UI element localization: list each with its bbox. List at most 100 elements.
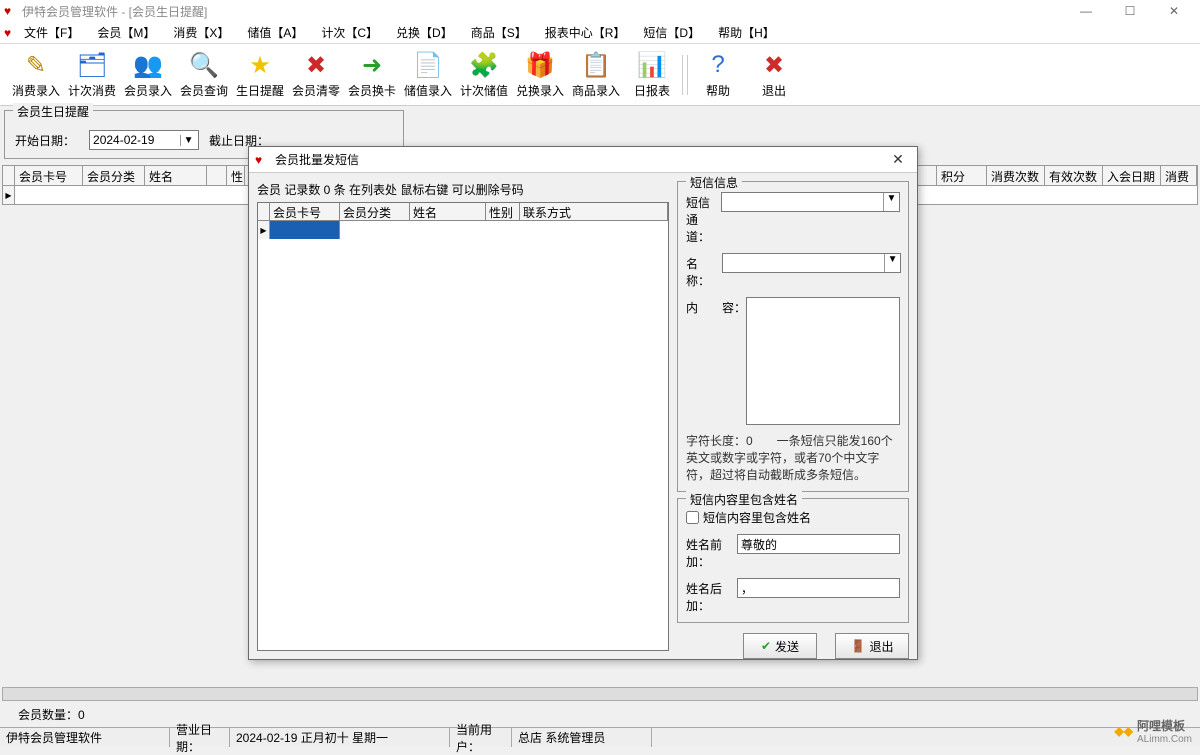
check-icon: ✔ — [761, 639, 771, 653]
menu-member[interactable]: 会员【M】 — [97, 24, 155, 41]
maximize-button[interactable]: ☐ — [1108, 0, 1152, 22]
dialog-close-button[interactable]: ✕ — [885, 150, 911, 170]
toolbar-icon: 🔍 — [189, 50, 219, 80]
send-button[interactable]: ✔发送 — [743, 633, 817, 659]
menu-exchange[interactable]: 兑换【D】 — [396, 24, 453, 41]
toolbar-icon: ✖ — [301, 50, 331, 80]
col-3[interactable] — [207, 166, 227, 185]
dialog-title-bar: ♥ 会员批量发短信 ✕ — [249, 147, 917, 173]
menu-help[interactable]: 帮助【H】 — [718, 24, 775, 41]
channel-combo[interactable]: ▼ — [721, 192, 900, 212]
window-close-button[interactable]: ✕ — [1152, 0, 1196, 22]
prefix-label: 姓名前加： — [686, 534, 737, 570]
toolbar-label: 兑换录入 — [516, 82, 564, 99]
menu-file[interactable]: 文件【F】 — [24, 24, 79, 41]
list-col-gender[interactable]: 性别 — [486, 203, 520, 220]
start-date-input[interactable]: ▼ — [89, 130, 199, 150]
col-consume-count[interactable]: 消费次数 — [987, 166, 1045, 185]
toolbar-icon: 👥 — [133, 50, 163, 80]
toolbar-日报表[interactable]: 📊日报表 — [624, 47, 680, 103]
toolbar-会员换卡[interactable]: ➜会员换卡 — [344, 47, 400, 103]
toolbar-生日提醒[interactable]: ★生日提醒 — [232, 47, 288, 103]
suffix-input[interactable] — [737, 578, 900, 598]
col-valid-count[interactable]: 有效次数 — [1045, 166, 1103, 185]
toolbar-退出[interactable]: ✖ 退出 — [746, 47, 802, 103]
char-hint: 字符长度：0 一条短信只能发160个英文或数字或字符，或者70个中文字符，超过将… — [686, 433, 900, 483]
name-label: 名 称： — [686, 253, 722, 289]
menu-bar: ♥ 文件【F】 会员【M】 消费【X】 储值【A】 计次【C】 兑换【D】 商品… — [0, 22, 1200, 44]
toolbar-计次储值[interactable]: 🧩计次储值 — [456, 47, 512, 103]
toolbar-帮助[interactable]: ?帮助 — [690, 47, 746, 103]
window-title: 伊特会员管理软件 - [会员生日提醒] — [22, 3, 207, 20]
sms-info-legend: 短信信息 — [686, 174, 742, 191]
toolbar-label: 计次消费 — [68, 82, 116, 99]
menu-app-icon: ♥ — [4, 26, 18, 40]
dropdown-icon[interactable]: ▼ — [180, 135, 196, 146]
include-name-label: 短信内容里包含姓名 — [703, 509, 811, 526]
toolbar-会员清零[interactable]: ✖ 会员清零 — [288, 47, 344, 103]
status-bar: 伊特会员管理软件 营业日期： 2024-02-19 正月初十 星期一 当前用户：… — [0, 727, 1200, 747]
col-name[interactable]: 姓名 — [145, 166, 207, 185]
col-gender[interactable]: 性 — [227, 166, 245, 185]
toolbar-消费录入[interactable]: ✎消费录入 — [8, 47, 64, 103]
menu-count[interactable]: 计次【C】 — [321, 24, 378, 41]
toolbar-label: 会员换卡 — [348, 82, 396, 99]
menu-reports[interactable]: 报表中心【R】 — [545, 24, 626, 41]
sms-info-group: 短信信息 短信通道： ▼ 名 称： ▼ 内 容： 字符长度：0 一条短信只能发1… — [677, 181, 909, 492]
toolbar-icon: ★ — [245, 50, 275, 80]
list-col-category[interactable]: 会员分类 — [340, 203, 410, 220]
name-combo[interactable]: ▼ — [722, 253, 901, 273]
selected-cell[interactable] — [270, 221, 340, 239]
toolbar-计次消费[interactable]: 🗂计次消费 — [64, 47, 120, 103]
dropdown-icon[interactable]: ▼ — [883, 193, 899, 211]
toolbar-label: 帮助 — [706, 82, 730, 99]
list-col-name[interactable]: 姓名 — [410, 203, 486, 220]
col-points[interactable]: 积分 — [937, 166, 987, 185]
name-include-group: 短信内容里包含姓名 短信内容里包含姓名 姓名前加： 姓名后加： — [677, 498, 909, 623]
menu-store[interactable]: 储值【A】 — [247, 24, 303, 41]
list-hint: 会员 记录数 0 条 在列表处 鼠标右键 可以删除号码 — [257, 181, 669, 198]
col-join-date[interactable]: 入会日期 — [1103, 166, 1161, 185]
toolbar-label: 计次储值 — [460, 82, 508, 99]
toolbar-商品录入[interactable]: 📋商品录入 — [568, 47, 624, 103]
toolbar-兑换录入[interactable]: 🎁兑换录入 — [512, 47, 568, 103]
watermark-icon: ◆◆ — [1115, 724, 1133, 738]
toolbar-label: 商品录入 — [572, 82, 620, 99]
toolbar: ✎消费录入🗂计次消费 👥 会员录入🔍会员查询★生日提醒 ✖ 会员清零➜会员换卡 📄 储值录入… — [0, 44, 1200, 106]
toolbar-icon: 📄 — [413, 50, 443, 80]
prefix-input[interactable] — [737, 534, 900, 554]
dropdown-icon[interactable]: ▼ — [884, 254, 900, 272]
row-marker: ▶ — [3, 186, 15, 204]
list-col-cardno[interactable]: 会员卡号 — [270, 203, 340, 220]
status-app: 伊特会员管理软件 — [0, 728, 170, 747]
toolbar-icon: ✖ — [759, 50, 789, 80]
start-date-field[interactable] — [90, 133, 180, 147]
list-col-contact[interactable]: 联系方式 — [520, 203, 668, 220]
menu-sms[interactable]: 短信【D】 — [643, 24, 700, 41]
dialog-title: 会员批量发短信 — [275, 151, 359, 168]
list-row-marker: ▶ — [258, 221, 270, 239]
scroll-track[interactable] — [2, 687, 1198, 701]
toolbar-label: 会员录入 — [124, 82, 172, 99]
menu-goods[interactable]: 商品【S】 — [471, 24, 527, 41]
toolbar-label: 储值录入 — [404, 82, 452, 99]
toolbar-会员录入[interactable]: 👥 会员录入 — [120, 47, 176, 103]
menu-consume[interactable]: 消费【X】 — [173, 24, 229, 41]
content-textarea[interactable] — [746, 297, 900, 425]
exit-button[interactable]: 🚪退出 — [835, 633, 909, 659]
include-name-checkbox[interactable] — [686, 511, 699, 524]
member-count: 会员数量：0 — [18, 706, 85, 723]
name-include-legend: 短信内容里包含姓名 — [686, 491, 802, 508]
toolbar-label: 会员清零 — [292, 82, 340, 99]
col-consume[interactable]: 消费 — [1161, 166, 1197, 185]
member-list-grid[interactable]: 会员卡号 会员分类 姓名 性别 联系方式 ▶ — [257, 202, 669, 651]
status-biz-value: 2024-02-19 正月初十 星期一 — [230, 728, 450, 747]
minimize-button[interactable]: — — [1064, 0, 1108, 22]
toolbar-储值录入[interactable]: 📄 储值录入 — [400, 47, 456, 103]
toolbar-会员查询[interactable]: 🔍会员查询 — [176, 47, 232, 103]
title-bar: ♥ 伊特会员管理软件 - [会员生日提醒] — ☐ ✕ — [0, 0, 1200, 22]
col-cardno[interactable]: 会员卡号 — [15, 166, 83, 185]
col-category[interactable]: 会员分类 — [83, 166, 145, 185]
toolbar-label: 退出 — [762, 82, 786, 99]
sms-dialog: ♥ 会员批量发短信 ✕ 会员 记录数 0 条 在列表处 鼠标右键 可以删除号码 … — [248, 146, 918, 660]
